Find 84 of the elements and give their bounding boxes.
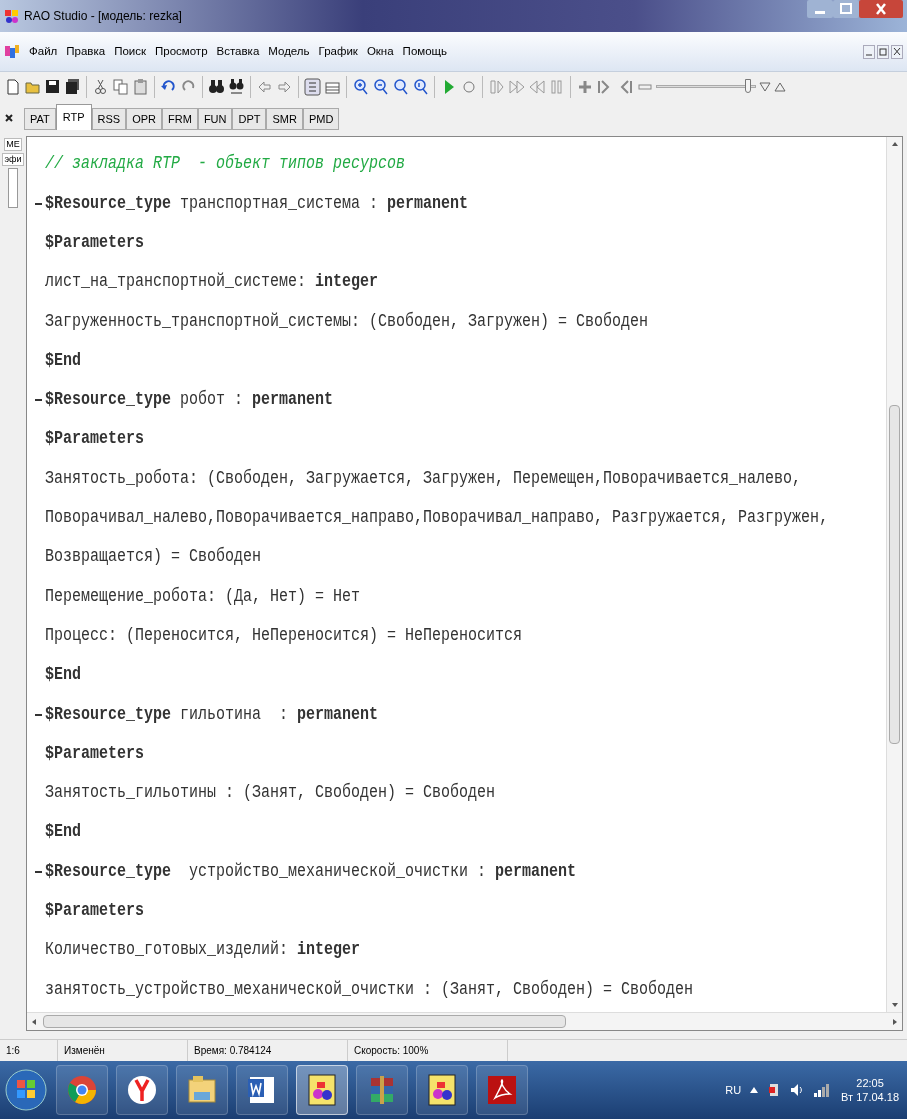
code-line: $Parameters (45, 899, 145, 923)
zoom-out-icon[interactable] (372, 78, 389, 96)
tab[interactable]: DPT (232, 108, 267, 130)
code-line: лист_на_транспортной_системе: integer (45, 270, 379, 294)
code-comment: // закладка RTP - объект типов ресурсов (45, 152, 406, 176)
code-line: $Parameters (45, 231, 145, 255)
save-icon[interactable] (44, 78, 61, 96)
code-line: $Resource_type транспортная_система : permanent (45, 191, 469, 216)
mdi-restore-icon[interactable] (877, 44, 889, 59)
tab[interactable]: RSS (91, 108, 127, 130)
taskbar-button[interactable] (116, 1065, 168, 1115)
side-tab[interactable]: МЕ (4, 138, 22, 151)
code-line: Поворачивал_налево,Поворачивается_направо,Поворачивал_направо, Разгружается, Разгружен, (45, 506, 829, 530)
save-all-icon[interactable] (64, 78, 81, 96)
taskbar-button[interactable] (476, 1065, 528, 1115)
menu-item[interactable]: Помощь (402, 42, 448, 61)
stop-icon[interactable] (460, 78, 477, 96)
code-line: занятость_устройство_механической_очистки : (Занят, Свободен) = Свободен (45, 977, 694, 1002)
tab[interactable]: SMR (266, 108, 303, 130)
zoom-in-icon[interactable] (352, 78, 369, 96)
start-button-icon[interactable] (4, 1068, 48, 1112)
copy-icon[interactable] (112, 78, 129, 96)
code-line: $Resource_type робот : permanent (45, 388, 334, 412)
code-line: Занятость_гильотины : (Занят, Свободен) = Свободен (45, 781, 496, 805)
code-line: Загруженность_транспортной_системы: (Свободен, Загружен) = Свободен (45, 309, 649, 334)
menu-item[interactable]: Файл (29, 42, 58, 61)
fold-marker-icon[interactable] (35, 399, 42, 402)
fold-marker-icon[interactable] (35, 871, 42, 873)
code-line: Возвращается) = Свободен (45, 545, 262, 569)
menu-item[interactable]: Окна (366, 42, 394, 61)
code-line: $End (45, 820, 81, 844)
menu-item[interactable]: График (318, 42, 358, 61)
menu-item[interactable]: Поиск (114, 42, 146, 61)
clock-date[interactable]: Вт 17.04.18 (841, 1090, 899, 1104)
zoom-fit-icon[interactable] (412, 78, 429, 96)
app-icon (4, 8, 20, 24)
tab[interactable]: FUN (197, 108, 233, 130)
zoom-reset-icon[interactable] (392, 78, 409, 96)
side-tab[interactable]: эфи (2, 153, 24, 166)
binoculars-icon[interactable] (208, 78, 225, 96)
taskbar-button[interactable] (416, 1065, 468, 1115)
fold-marker-icon[interactable] (35, 713, 42, 716)
down-triangle-icon[interactable] (759, 81, 771, 93)
tab[interactable]: FRM (162, 108, 198, 130)
tab[interactable]: OPR (126, 108, 163, 130)
code-line: $Parameters (45, 427, 145, 451)
code-line: $Resource_type гильотина : permanent (45, 702, 379, 727)
code-line: Занятость_робота: (Свободен, Загружается, Загружен, Перемещен,Поворачивается_налево, (45, 466, 802, 491)
window-title: RAO Studio - [модель: rezka] (24, 8, 183, 25)
paste-icon[interactable] (132, 78, 149, 96)
taskbar-button[interactable] (176, 1065, 228, 1115)
up-triangle-icon[interactable] (774, 81, 786, 93)
taskbar-button[interactable] (296, 1065, 348, 1115)
language-indicator[interactable]: RU (725, 1081, 742, 1099)
code-line: Перемещение_робота: (Да, Нет) = Нет (45, 584, 361, 609)
menu-item[interactable]: Вставка (216, 42, 260, 61)
cut-icon[interactable] (92, 78, 109, 96)
code-line: $Resource_type устройство_механической_очистки : permanent (45, 859, 577, 884)
show-hidden-icon[interactable] (749, 1085, 760, 1095)
code-line: Процесс: (Переносится, НеПереносится) = НеПереносится (45, 624, 523, 648)
menu-item[interactable]: Правка (66, 42, 106, 61)
find-replace-icon[interactable] (228, 78, 245, 96)
list-view-icon[interactable] (304, 78, 321, 96)
code-line: $End (45, 349, 81, 373)
taskbar-button[interactable] (56, 1065, 108, 1115)
new-file-icon[interactable] (4, 78, 21, 96)
clock-time[interactable]: 22:05 (856, 1076, 884, 1090)
side-scrollbar (8, 168, 18, 208)
code-line: $Parameters (45, 742, 145, 766)
taskbar-button[interactable] (236, 1065, 288, 1115)
fold-marker-icon[interactable] (35, 202, 42, 205)
app-icon (4, 43, 20, 60)
tab[interactable]: PMD (302, 108, 340, 130)
menu-item[interactable]: Модель (268, 42, 310, 61)
menu-item[interactable]: Просмотр (155, 42, 208, 61)
mdi-close-icon[interactable] (891, 44, 903, 59)
signal-icon[interactable] (813, 1082, 830, 1098)
mdi-minimize-icon[interactable] (863, 44, 875, 59)
taskbar-button[interactable] (356, 1065, 408, 1115)
tab[interactable]: PAT (24, 108, 56, 130)
code-line: Количество_готовых_изделий: integer (45, 938, 361, 962)
tab[interactable]: RTP (55, 104, 92, 130)
plus-icon[interactable] (576, 78, 593, 96)
code-line: $End (45, 663, 81, 687)
